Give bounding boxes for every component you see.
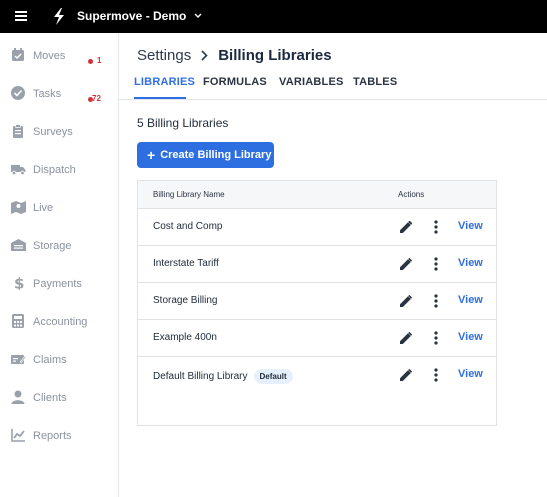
dollar-icon: $ bbox=[14, 276, 24, 290]
clipboard-icon bbox=[13, 124, 23, 138]
tab-libraries[interactable]: LIBRARIES bbox=[134, 76, 195, 88]
page-title: Billing Libraries bbox=[218, 47, 332, 64]
more-vertical-icon[interactable] bbox=[434, 368, 438, 382]
table-row: Default Billing Library Default View bbox=[138, 357, 496, 394]
sidebar-item-clients[interactable]: Clients bbox=[0, 379, 118, 417]
library-name-text: Example 400n bbox=[153, 332, 217, 343]
sidebar-item-claims[interactable]: Claims bbox=[0, 341, 118, 379]
default-badge: Default bbox=[253, 369, 293, 384]
tab-variables[interactable]: VARIABLES bbox=[279, 76, 344, 88]
sidebar-item-label: Live bbox=[33, 202, 54, 214]
pencil-icon[interactable] bbox=[400, 295, 412, 307]
pencil-icon[interactable] bbox=[400, 369, 412, 381]
active-tab-indicator bbox=[134, 97, 186, 99]
sidebar-item-moves[interactable]: Moves 1 bbox=[0, 37, 118, 75]
view-link[interactable]: View bbox=[458, 294, 483, 306]
moves-badge-count: 1 bbox=[97, 56, 102, 65]
pencil-icon[interactable] bbox=[400, 258, 412, 270]
main-content: Settings Billing Libraries LIBRARIES FOR… bbox=[119, 33, 547, 497]
chevron-right-icon bbox=[201, 50, 208, 61]
breadcrumb: Settings Billing Libraries bbox=[137, 47, 332, 64]
view-link[interactable]: View bbox=[458, 257, 483, 269]
svg-text:$: $ bbox=[14, 276, 24, 290]
column-header-name: Billing Library Name bbox=[153, 190, 225, 199]
create-button-label: Create Billing Library bbox=[160, 149, 272, 161]
library-name-text: Interstate Tariff bbox=[153, 258, 219, 269]
table-row: Example 400n View bbox=[138, 320, 496, 357]
sidebar: Moves 1 Tasks 72 Surveys Dispatch Live S… bbox=[0, 33, 119, 497]
sidebar-item-label: Surveys bbox=[33, 126, 73, 138]
sidebar-item-payments[interactable]: $ Payments bbox=[0, 265, 118, 303]
sidebar-item-label: Dispatch bbox=[33, 164, 76, 176]
calculator-icon bbox=[12, 314, 24, 328]
pencil-icon[interactable] bbox=[400, 221, 412, 233]
library-name: Example 400n bbox=[153, 332, 217, 343]
sidebar-item-dispatch[interactable]: Dispatch bbox=[0, 151, 118, 189]
library-name: Cost and Comp bbox=[153, 221, 222, 232]
sidebar-item-reports[interactable]: Reports bbox=[0, 417, 118, 455]
map-icon bbox=[11, 201, 26, 214]
library-name: Storage Billing bbox=[153, 295, 217, 306]
create-billing-library-button[interactable]: + Create Billing Library bbox=[137, 142, 274, 168]
more-vertical-icon[interactable] bbox=[434, 220, 438, 234]
billing-libraries-table: Billing Library Name Actions Cost and Co… bbox=[137, 180, 497, 426]
calendar-check-icon bbox=[12, 48, 24, 61]
sidebar-item-storage[interactable]: Storage bbox=[0, 227, 118, 265]
tasks-badge-count: 72 bbox=[92, 94, 101, 103]
tab-tables[interactable]: TABLES bbox=[353, 76, 397, 88]
sidebar-item-live[interactable]: Live bbox=[0, 189, 118, 227]
library-name: Default Billing Library Default bbox=[153, 369, 293, 384]
org-name: Supermove - Demo bbox=[77, 9, 187, 23]
library-name-text: Default Billing Library bbox=[153, 371, 248, 382]
sidebar-item-tasks[interactable]: Tasks 72 bbox=[0, 75, 118, 113]
tab-formulas[interactable]: FORMULAS bbox=[203, 76, 267, 88]
view-link[interactable]: View bbox=[458, 368, 483, 380]
sidebar-item-label: Moves bbox=[33, 50, 66, 62]
sidebar-item-label: Storage bbox=[33, 240, 72, 252]
check-circle-icon bbox=[11, 86, 25, 100]
chart-line-icon bbox=[11, 429, 25, 442]
sidebar-item-label: Clients bbox=[33, 392, 67, 404]
sidebar-item-surveys[interactable]: Surveys bbox=[0, 113, 118, 151]
top-bar: Supermove - Demo bbox=[0, 0, 547, 33]
table-row: Interstate Tariff View bbox=[138, 246, 496, 283]
supermove-logo-icon bbox=[52, 8, 66, 30]
notification-dot bbox=[88, 59, 93, 64]
table-row: Cost and Comp View bbox=[138, 209, 496, 246]
more-vertical-icon[interactable] bbox=[434, 257, 438, 271]
column-header-actions: Actions bbox=[398, 190, 425, 199]
warehouse-icon bbox=[11, 239, 26, 251]
sidebar-item-label: Accounting bbox=[33, 316, 88, 328]
library-name-text: Storage Billing bbox=[153, 295, 218, 306]
sidebar-item-label: Tasks bbox=[33, 88, 62, 100]
libraries-count-title: 5 Billing Libraries bbox=[137, 116, 229, 130]
sidebar-item-label: Claims bbox=[33, 354, 67, 366]
chevron-down-icon bbox=[194, 13, 202, 18]
plus-icon: + bbox=[147, 147, 156, 163]
table-row: Storage Billing View bbox=[138, 283, 496, 320]
library-name: Interstate Tariff bbox=[153, 258, 219, 269]
table-header: Billing Library Name Actions bbox=[138, 181, 496, 209]
view-link[interactable]: View bbox=[458, 220, 483, 232]
truck-icon bbox=[11, 165, 26, 176]
pencil-icon[interactable] bbox=[400, 332, 412, 344]
claims-icon bbox=[11, 355, 26, 364]
more-vertical-icon[interactable] bbox=[434, 294, 438, 308]
sidebar-item-accounting[interactable]: Accounting bbox=[0, 303, 118, 341]
sidebar-item-label: Reports bbox=[33, 430, 72, 442]
view-link[interactable]: View bbox=[458, 331, 483, 343]
user-icon bbox=[11, 390, 25, 404]
sidebar-item-label: Payments bbox=[33, 278, 82, 290]
tab-bar: LIBRARIES FORMULAS VARIABLES TABLES bbox=[119, 74, 547, 100]
org-switcher[interactable]: Supermove - Demo bbox=[77, 9, 202, 23]
library-name-text: Cost and Comp bbox=[153, 221, 223, 232]
more-vertical-icon[interactable] bbox=[434, 331, 438, 345]
hamburger-menu-icon[interactable] bbox=[15, 11, 27, 21]
breadcrumb-settings-link[interactable]: Settings bbox=[137, 47, 191, 64]
